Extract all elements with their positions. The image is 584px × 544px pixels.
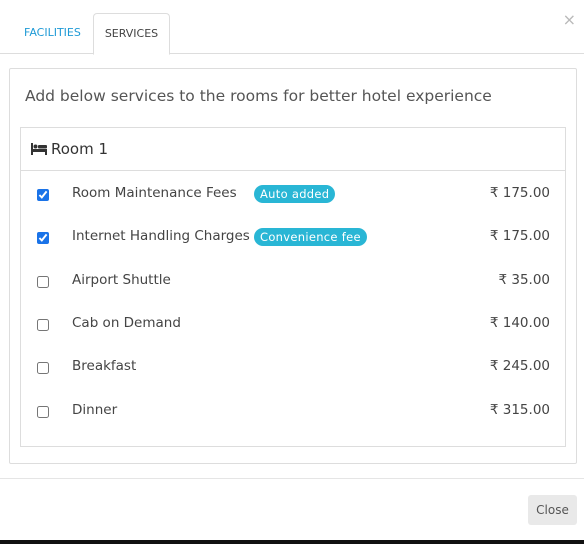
service-price: ₹ 315.00 bbox=[489, 402, 550, 418]
service-row: Internet Handling Charges Convenience fe… bbox=[21, 225, 565, 255]
service-name: Internet Handling Charges bbox=[72, 228, 250, 244]
service-name: Room Maintenance Fees bbox=[72, 185, 237, 201]
service-price: ₹ 245.00 bbox=[489, 358, 550, 374]
service-row: Cab on Demand ₹ 140.00 bbox=[21, 312, 565, 342]
service-checkbox[interactable] bbox=[37, 319, 49, 331]
room-title: Room 1 bbox=[51, 140, 109, 158]
bottom-strip bbox=[0, 540, 584, 544]
service-price: ₹ 140.00 bbox=[489, 315, 550, 331]
footer-divider bbox=[0, 478, 584, 479]
service-price: ₹ 35.00 bbox=[498, 272, 550, 288]
service-checkbox[interactable] bbox=[37, 362, 49, 374]
close-button[interactable]: Close bbox=[528, 495, 577, 525]
service-checkbox[interactable] bbox=[37, 189, 49, 201]
service-price: ₹ 175.00 bbox=[489, 185, 550, 201]
service-name: Dinner bbox=[72, 402, 118, 418]
room-header: Room 1 bbox=[21, 128, 565, 171]
close-icon[interactable]: × bbox=[563, 11, 576, 29]
tab-services[interactable]: SERVICES bbox=[93, 13, 170, 55]
service-checkbox[interactable] bbox=[37, 232, 49, 244]
bed-icon bbox=[31, 143, 47, 155]
tab-bar: FACILITIES SERVICES bbox=[0, 0, 584, 55]
service-row: Room Maintenance Fees Auto added ₹ 175.0… bbox=[21, 182, 565, 212]
tab-facilities[interactable]: FACILITIES bbox=[10, 13, 95, 54]
service-row: Breakfast ₹ 245.00 bbox=[21, 355, 565, 385]
room-box: Room 1 Room Maintenance Fees Auto added … bbox=[20, 127, 566, 447]
service-price: ₹ 175.00 bbox=[489, 228, 550, 244]
services-modal: FACILITIES SERVICES × Add below services… bbox=[0, 0, 584, 544]
intro-text: Add below services to the rooms for bett… bbox=[25, 87, 492, 105]
convenience-fee-badge: Convenience fee bbox=[254, 228, 367, 246]
service-checkbox[interactable] bbox=[37, 406, 49, 418]
auto-added-badge: Auto added bbox=[254, 185, 336, 203]
service-name: Cab on Demand bbox=[72, 315, 181, 331]
service-name: Airport Shuttle bbox=[72, 272, 171, 288]
services-panel: Add below services to the rooms for bett… bbox=[9, 68, 577, 464]
service-name: Breakfast bbox=[72, 358, 137, 374]
service-checkbox[interactable] bbox=[37, 276, 49, 288]
service-row: Dinner ₹ 315.00 bbox=[21, 399, 565, 429]
service-row: Airport Shuttle ₹ 35.00 bbox=[21, 269, 565, 299]
